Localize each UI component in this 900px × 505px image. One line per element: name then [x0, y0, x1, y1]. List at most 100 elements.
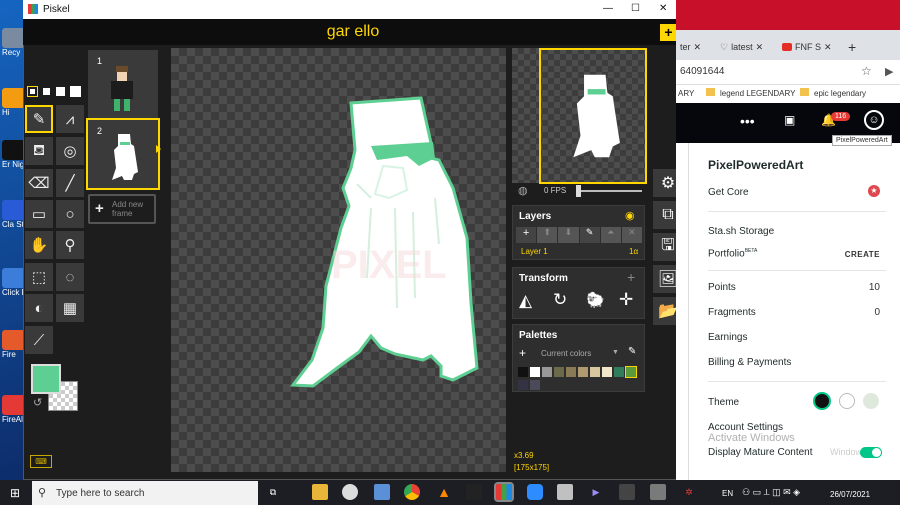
palette-select[interactable]: Current colors [541, 349, 591, 358]
piskel-taskbar-icon[interactable] [494, 482, 514, 502]
transform-more-icon[interactable]: + [627, 269, 635, 285]
palette-swatch[interactable] [518, 380, 528, 390]
edit-palette-icon[interactable]: ✎ [628, 346, 636, 357]
tab-close-icon[interactable]: ✕ [756, 42, 764, 53]
clock-date[interactable]: 26/07/2021 [830, 490, 870, 499]
move-hand-icon[interactable]: ✋ [25, 231, 53, 259]
swap-colors-icon[interactable]: ↺ [33, 396, 45, 409]
create-button[interactable]: CREATE [845, 250, 880, 259]
app-icon[interactable] [466, 484, 482, 500]
browser-tab[interactable]: ♡ latest ✕ [720, 36, 776, 58]
address-bar[interactable]: 64091644 ☆ ▶ [676, 60, 900, 85]
eye-icon[interactable]: ◉ [625, 209, 635, 222]
layer-opacity[interactable]: 1α [629, 247, 638, 256]
app-icon[interactable] [619, 484, 635, 500]
chrome-icon[interactable] [404, 484, 420, 500]
more-icon[interactable]: ••• [740, 113, 755, 129]
get-core-link[interactable]: Get Core [708, 187, 749, 198]
taskbar-search[interactable]: ⚲ Type here to search [32, 481, 258, 505]
palette-swatch[interactable] [625, 366, 637, 378]
browser-tab[interactable]: FNF S ✕ [782, 36, 832, 58]
frame-thumbnail-1[interactable]: 1 [88, 50, 158, 118]
primary-color[interactable] [31, 364, 61, 394]
browser-tab[interactable]: ter ✕ [680, 36, 716, 58]
move-layer-down-icon[interactable]: ⬇ [558, 227, 579, 243]
theme-light-option[interactable] [839, 393, 855, 409]
language-indicator[interactable]: EN [722, 489, 733, 498]
tab-close-icon[interactable]: ✕ [824, 42, 832, 53]
onion-skin-icon[interactable]: ◍ [518, 184, 528, 197]
edit-layer-icon[interactable]: ✎ [579, 227, 600, 243]
bookmark-item[interactable]: legend LEGENDARY [720, 89, 795, 98]
app-icon[interactable] [342, 484, 358, 500]
flip-icon[interactable]: ◭ [519, 291, 532, 311]
rotate-icon[interactable]: ↻ [553, 290, 567, 310]
circle-tool-icon[interactable]: ○ [56, 200, 84, 228]
rectangle-select-icon[interactable]: ⬚ [25, 263, 53, 291]
bookmark-star-icon[interactable]: ☆ [861, 64, 872, 78]
zoom-icon[interactable] [527, 484, 543, 500]
bookmark-item[interactable]: epic legendary [814, 89, 866, 98]
system-tray-icons[interactable]: ⚇ ▭ ⟂ ◫ ✉ ◈ [742, 487, 800, 498]
palette-swatch[interactable] [518, 367, 528, 377]
minimize-button[interactable]: — [603, 3, 613, 14]
fragments-link[interactable]: Fragments [708, 307, 756, 318]
palette-swatch[interactable] [566, 367, 576, 377]
keyboard-icon[interactable]: ⌨ [30, 455, 52, 468]
windows-start-icon[interactable]: ⊞ [10, 486, 20, 500]
new-tab-icon[interactable]: + [848, 39, 856, 55]
merge-layer-icon[interactable]: ⏶ [600, 227, 621, 243]
app-icon[interactable] [650, 484, 666, 500]
app-icon[interactable]: ▶ [588, 484, 604, 500]
profile-username[interactable]: PixelPoweredArt [708, 158, 803, 172]
lighten-icon[interactable]: ◐ [25, 294, 53, 322]
center-icon[interactable]: ✛ [619, 290, 633, 310]
palette-swatch[interactable] [554, 367, 564, 377]
eraser-icon[interactable]: ⌫ [25, 169, 53, 197]
palette-swatch[interactable] [578, 367, 588, 377]
earnings-link[interactable]: Earnings [708, 332, 747, 343]
points-link[interactable]: Points [708, 282, 736, 293]
mature-content-toggle[interactable] [860, 447, 882, 458]
palette-swatch[interactable] [542, 367, 552, 377]
delete-layer-icon[interactable]: ✕ [621, 227, 643, 243]
app-icon[interactable] [374, 484, 390, 500]
pen-size-selector[interactable] [24, 84, 84, 100]
app-icon[interactable]: ✲ [681, 484, 697, 500]
file-explorer-icon[interactable] [312, 484, 328, 500]
rectangle-tool-icon[interactable]: ▭ [25, 200, 53, 228]
add-frame-button[interactable]: + Add new frame [88, 194, 156, 224]
portfolio-link[interactable]: PortfolioBETA [708, 248, 757, 259]
billing-link[interactable]: Billing & Payments [708, 357, 791, 368]
task-view-icon[interactable]: ⧉ [265, 484, 281, 500]
theme-green-option[interactable] [863, 393, 879, 409]
palette-swatch[interactable] [590, 367, 600, 377]
paint-bucket-icon[interactable]: ⛾ [25, 137, 53, 165]
new-sprite-plus-icon[interactable]: + [660, 24, 677, 41]
layer-item[interactable]: Layer 1 [521, 247, 548, 256]
vlc-icon[interactable]: ▲ [436, 484, 452, 500]
close-button[interactable]: ✕ [659, 3, 667, 14]
palette-swatch[interactable] [530, 367, 540, 377]
drawing-canvas[interactable]: PIXEL [171, 48, 506, 472]
stroke-line-icon[interactable]: ╱ [56, 169, 84, 197]
stash-link[interactable]: Sta.sh Storage [708, 226, 774, 237]
shape-selection-icon[interactable]: ⚲ [56, 231, 84, 259]
fps-slider[interactable] [576, 185, 642, 197]
sprite-name[interactable]: gar ello [23, 19, 683, 45]
avatar[interactable]: ☺ [864, 110, 884, 130]
clone-sheep-icon[interactable]: 🐑 [586, 291, 605, 309]
vertical-mirror-pen-icon[interactable]: ⩘ [56, 105, 84, 133]
bookmark-item[interactable]: ARY [678, 89, 694, 98]
tab-close-icon[interactable]: ✕ [694, 42, 702, 53]
chevron-down-icon[interactable]: ▼ [612, 349, 619, 356]
pen-tool-icon[interactable]: ✎ [25, 105, 53, 133]
palette-swatch[interactable] [614, 367, 624, 377]
palette-swatch[interactable] [602, 367, 612, 377]
chat-icon[interactable]: ▣ [784, 113, 795, 127]
dithering-icon[interactable]: ▦ [56, 294, 84, 322]
paint-same-color-icon[interactable]: ◎ [56, 137, 84, 165]
maximize-button[interactable]: ☐ [631, 3, 640, 14]
add-palette-icon[interactable]: + [519, 346, 526, 360]
extension-icon[interactable]: ▶ [885, 65, 893, 78]
